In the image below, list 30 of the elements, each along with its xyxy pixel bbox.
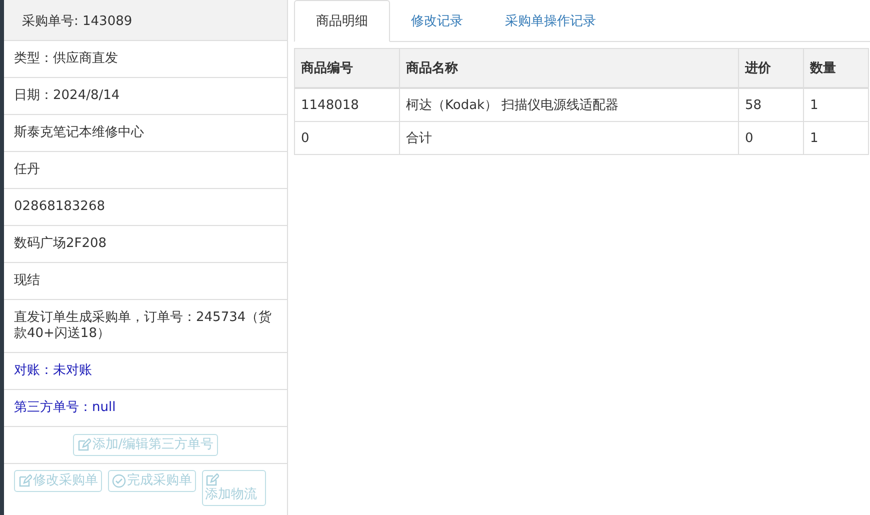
table-cell: 合计 bbox=[400, 122, 738, 154]
detail-row: 任丹 bbox=[4, 152, 287, 189]
check-circle-icon bbox=[112, 474, 126, 488]
column-header: 商品名称 bbox=[400, 48, 738, 88]
detail-row: 对账：未对账 bbox=[4, 353, 287, 390]
table-cell: 0 bbox=[738, 122, 804, 154]
column-header: 进价 bbox=[738, 48, 804, 88]
tab[interactable]: 商品明细 bbox=[294, 0, 390, 42]
table-cell: 0 bbox=[294, 122, 400, 154]
column-header: 商品编号 bbox=[294, 48, 400, 88]
detail-row: 第三方单号：null bbox=[4, 390, 287, 427]
detail-row: 02868183268 bbox=[4, 189, 287, 226]
table-cell: 1 bbox=[804, 88, 868, 122]
detail-row: 日期：2024/8/14 bbox=[4, 78, 287, 115]
table-cell: 58 bbox=[738, 88, 804, 122]
table-cell: 1148018 bbox=[294, 88, 400, 122]
detail-row: 直发订单生成采购单，订单号：245734（货款40+闪送18） bbox=[4, 300, 287, 353]
table-cell: 柯达（Kodak） 扫描仪电源线适配器 bbox=[400, 88, 738, 122]
tab[interactable]: 修改记录 bbox=[390, 0, 484, 42]
edit-icon bbox=[205, 473, 219, 487]
detail-row: 斯泰克笔记本维修中心 bbox=[4, 115, 287, 152]
detail-row: 类型：供应商直发 bbox=[4, 41, 287, 78]
tab[interactable]: 采购单操作记录 bbox=[484, 0, 617, 42]
edit-icon bbox=[18, 474, 32, 488]
order-number: 采购单号: 143089 bbox=[4, 0, 287, 41]
detail-row: 现结 bbox=[4, 263, 287, 300]
edit-icon bbox=[77, 438, 92, 452]
column-header: 数量 bbox=[804, 48, 868, 88]
table-cell: 1 bbox=[804, 122, 868, 154]
detail-row: 数码广场2F208 bbox=[4, 226, 287, 263]
